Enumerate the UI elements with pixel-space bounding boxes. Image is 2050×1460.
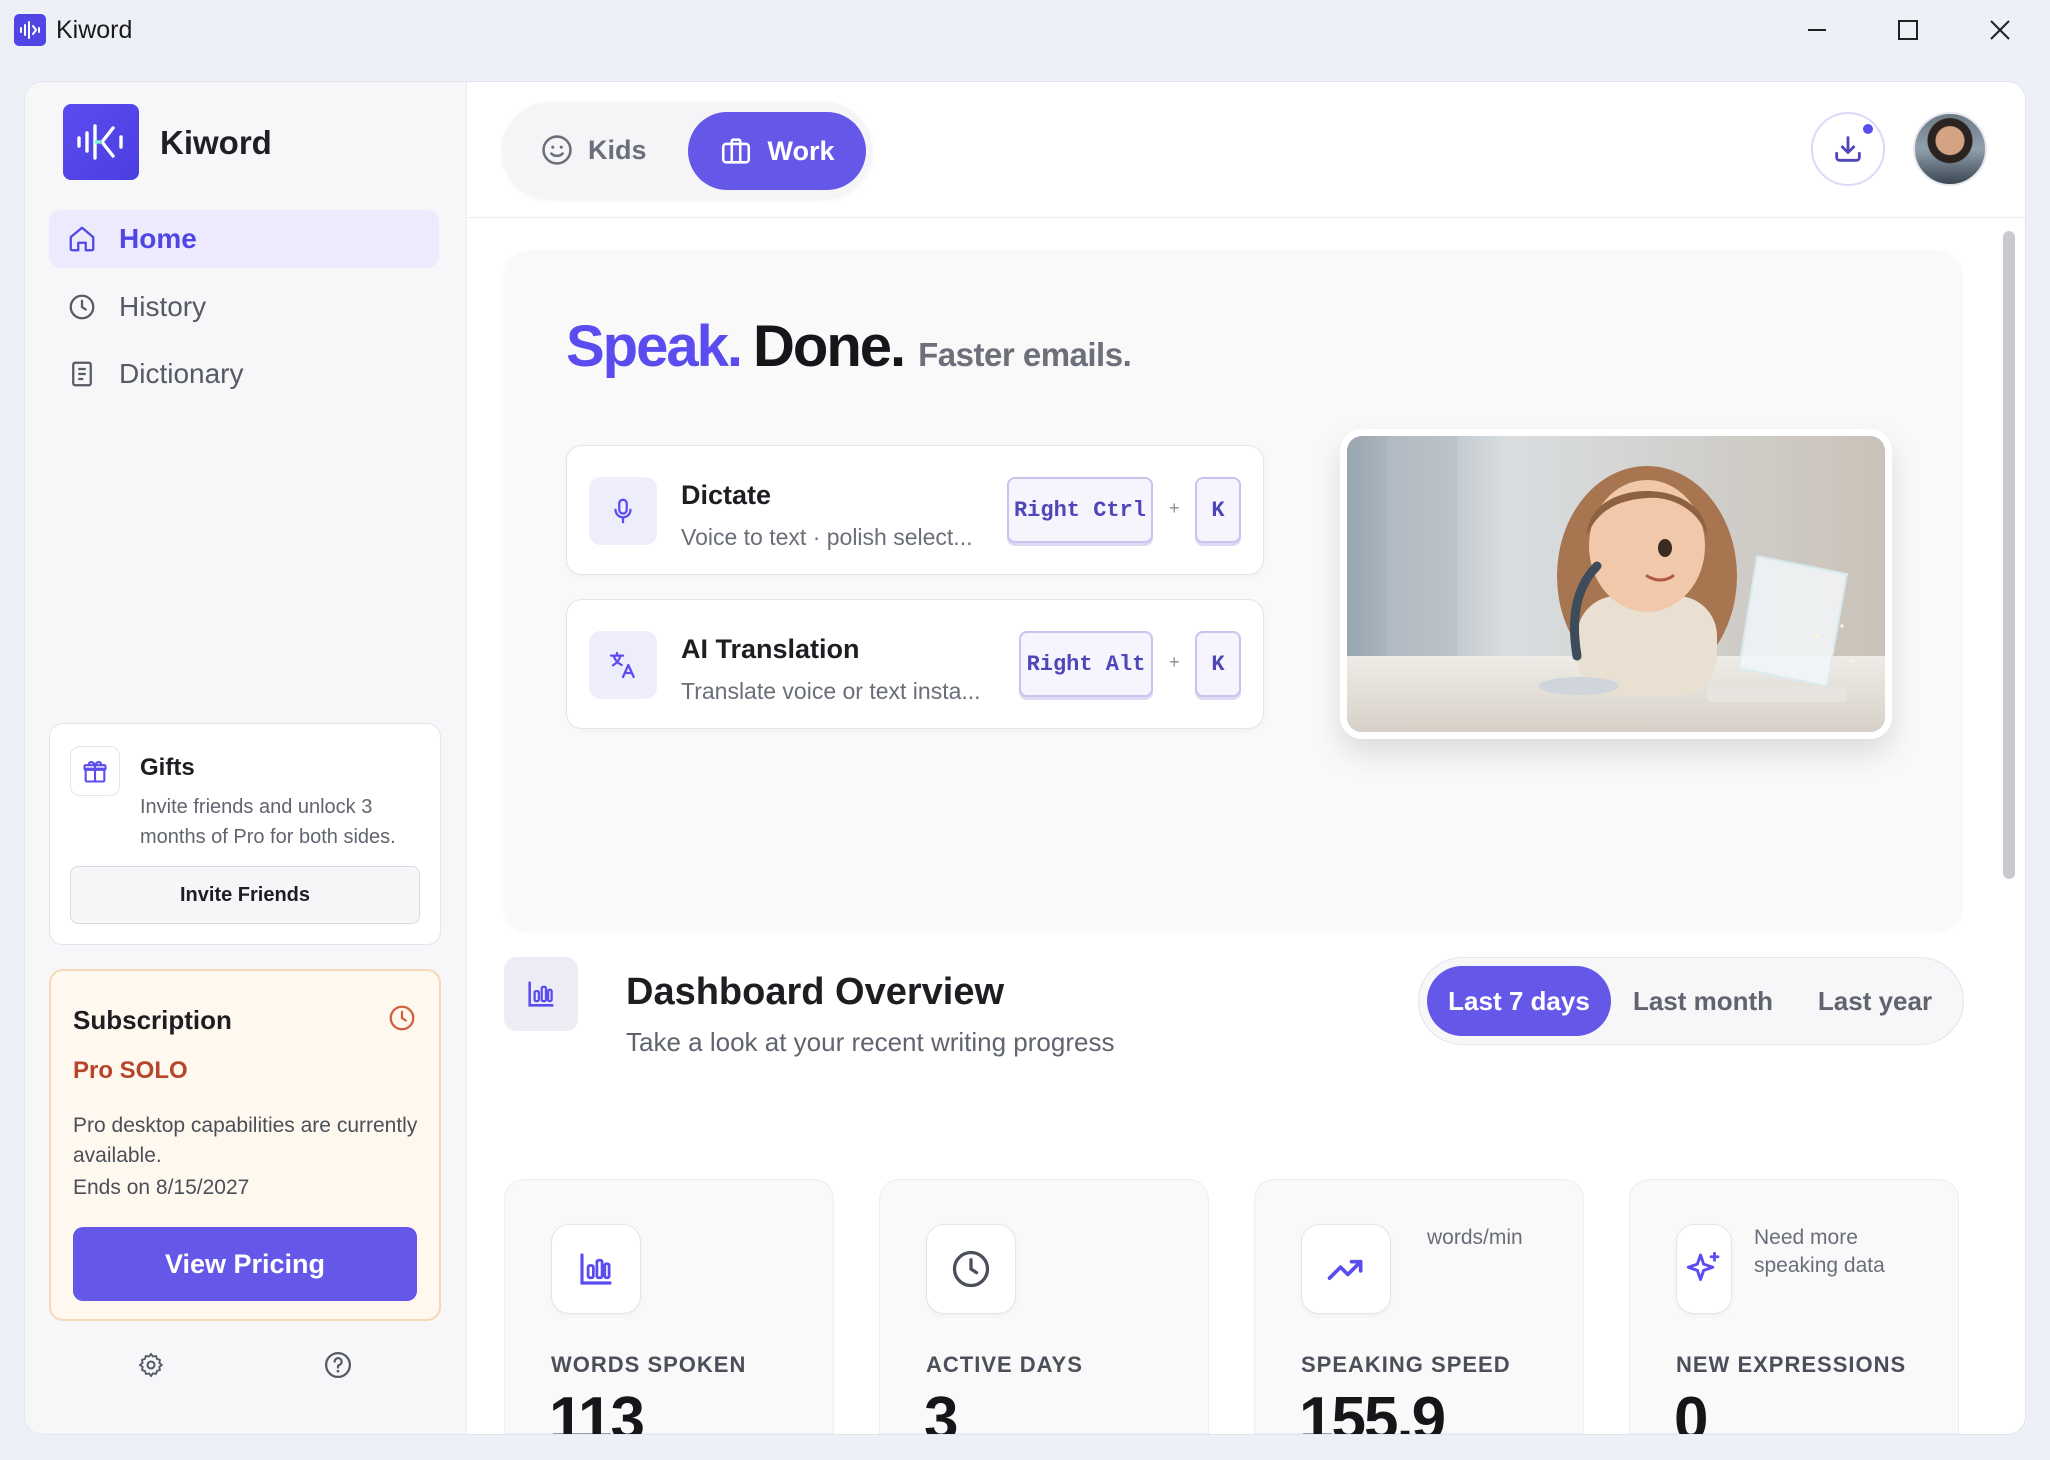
brand-logo-icon — [63, 104, 139, 180]
headline-speak: Speak. — [566, 314, 743, 379]
microphone-icon — [589, 477, 657, 545]
sidebar-item-history[interactable]: History — [49, 278, 439, 336]
stat-label: WORDS SPOKEN — [551, 1352, 747, 1377]
minimize-button[interactable] — [1787, 10, 1847, 50]
stat-value: 3 — [924, 1385, 959, 1434]
download-button[interactable] — [1811, 112, 1885, 186]
mode-work-button[interactable]: Work — [688, 112, 866, 190]
top-bar: Kids Work — [468, 82, 2025, 218]
home-icon — [69, 226, 95, 252]
stat-unit: words/min — [1427, 1226, 1523, 1249]
subscription-end-date: Ends on 8/15/2027 — [73, 1176, 250, 1199]
gifts-description: Invite friends and unlock 3 months of Pr… — [140, 796, 396, 848]
shortcut-plus: + — [1169, 652, 1180, 672]
close-button[interactable] — [1970, 10, 2030, 50]
avatar[interactable] — [1913, 112, 1987, 186]
headline-done: Done. — [753, 314, 906, 379]
headline-subtitle: Faster emails. — [918, 336, 1132, 373]
sidebar-item-label: History — [119, 291, 207, 322]
invite-friends-button[interactable]: Invite Friends — [70, 866, 420, 924]
briefcase-icon — [722, 138, 751, 164]
stat-value: 113 — [549, 1385, 645, 1434]
shortcut-key: Right Alt — [1019, 631, 1153, 697]
mode-work-label: Work — [767, 135, 835, 166]
clock-icon — [69, 294, 95, 320]
date-range-toggle: Last 7 days Last month Last year — [1418, 957, 1964, 1045]
stat-label: NEW EXPRESSIONS — [1676, 1352, 1907, 1377]
clock-icon — [926, 1224, 1016, 1314]
gear-icon[interactable] — [133, 1347, 169, 1383]
bar-chart-icon — [504, 957, 578, 1031]
mode-toggle: Kids Work — [502, 102, 872, 198]
sidebar: Kiword Home History Dictionary Gifts Inv… — [25, 82, 467, 1434]
range-last-month[interactable]: Last month — [1619, 966, 1787, 1036]
smile-icon — [542, 135, 572, 165]
book-icon — [72, 361, 92, 387]
feature-title: Dictate — [681, 480, 772, 510]
app-window: Kiword Home History Dictionary Gifts Inv… — [25, 82, 2025, 1434]
app-logo-icon — [14, 14, 46, 46]
trending-up-icon — [1301, 1224, 1391, 1314]
mode-kids-label: Kids — [588, 134, 647, 165]
feature-title: AI Translation — [681, 634, 860, 664]
sidebar-item-home[interactable]: Home — [49, 210, 439, 268]
subscription-description: Pro desktop capabilities are currently a… — [73, 1114, 418, 1167]
sidebar-item-label: Dictionary — [119, 358, 244, 389]
stat-value: 0 — [1674, 1385, 1709, 1434]
window-title: Kiword — [56, 16, 133, 44]
sidebar-item-dictionary[interactable]: Dictionary — [49, 345, 439, 403]
stat-value: 155.9 — [1299, 1385, 1446, 1434]
sparkles-icon — [1676, 1224, 1732, 1314]
hero-headline: Speak. Done. Faster emails. — [566, 313, 1132, 380]
stat-card-speaking-speed: words/min SPEAKING SPEED 155.9 — [1254, 1179, 1584, 1434]
stat-note: Need more speaking data — [1754, 1226, 1885, 1277]
dashboard-title: Dashboard Overview — [626, 971, 1005, 1013]
clock-icon — [387, 1003, 417, 1038]
scrollbar-thumb[interactable] — [2003, 231, 2015, 879]
gift-icon — [70, 746, 120, 796]
stat-card-words-spoken: WORDS SPOKEN 113 — [504, 1179, 834, 1434]
download-icon — [1835, 136, 1861, 162]
shortcut-plus: + — [1169, 498, 1180, 518]
stat-card-new-expressions: Need more speaking data NEW EXPRESSIONS … — [1629, 1179, 1959, 1434]
sidebar-item-label: Home — [119, 223, 197, 254]
feature-description: Translate voice or text insta... — [681, 678, 981, 704]
subscription-plan: Pro SOLO — [73, 1057, 188, 1084]
stat-card-active-days: ACTIVE DAYS 3 — [879, 1179, 1209, 1434]
stat-label: ACTIVE DAYS — [926, 1352, 1083, 1377]
shortcut-key: K — [1195, 631, 1241, 697]
feature-ai-translation[interactable]: AI Translation Translate voice or text i… — [566, 599, 1264, 729]
help-icon[interactable] — [320, 1347, 356, 1383]
range-last-7-days[interactable]: Last 7 days — [1427, 966, 1611, 1036]
translate-icon — [589, 631, 657, 699]
bar-chart-icon — [551, 1224, 641, 1314]
subscription-card: Subscription Pro SOLO Pro desktop capabi… — [49, 969, 441, 1321]
range-last-year[interactable]: Last year — [1797, 966, 1953, 1036]
gifts-card: Gifts Invite friends and unlock 3 months… — [49, 723, 441, 945]
feature-dictate[interactable]: Dictate Voice to text · polish select...… — [566, 445, 1264, 575]
subscription-title: Subscription — [73, 1005, 232, 1035]
dashboard-subtitle: Take a look at your recent writing progr… — [626, 1027, 1115, 1057]
shortcut-key: K — [1195, 477, 1241, 543]
title-bar: Kiword — [0, 0, 2050, 60]
mode-kids-button[interactable]: Kids — [540, 122, 647, 178]
main-content: Speak. Done. Faster emails. Dictate Voic… — [468, 219, 2025, 1434]
gifts-title: Gifts — [140, 754, 195, 781]
brand-name: Kiword — [160, 124, 272, 161]
feature-description: Voice to text · polish select... — [681, 524, 973, 550]
view-pricing-button[interactable]: View Pricing — [73, 1227, 417, 1301]
stat-label: SPEAKING SPEED — [1301, 1352, 1511, 1377]
hero-illustration — [1340, 429, 1892, 739]
maximize-button[interactable] — [1878, 10, 1938, 50]
shortcut-key: Right Ctrl — [1007, 477, 1153, 543]
notification-dot — [1861, 122, 1875, 136]
hero-card: Speak. Done. Faster emails. Dictate Voic… — [504, 251, 1962, 931]
